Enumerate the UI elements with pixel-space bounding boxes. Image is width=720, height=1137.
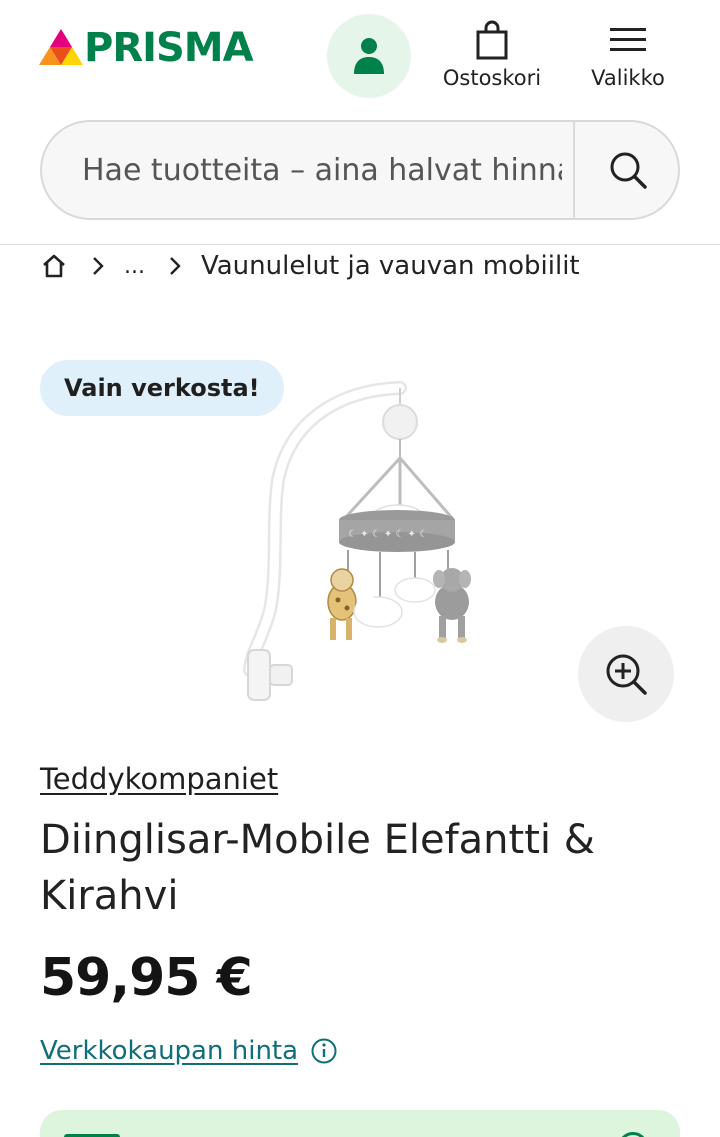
site-header: PRISMA Ostoskori Valikko bbox=[0, 0, 720, 245]
prisma-logo[interactable]: PRISMA bbox=[38, 25, 254, 71]
zoom-in-icon bbox=[606, 654, 647, 695]
product-image[interactable]: ☾ ✦ ☾ ✦ ☾ ✦ ☾ bbox=[230, 380, 490, 710]
search-icon bbox=[610, 152, 647, 189]
svg-text:☾ ✦ ☾ ✦ ☾ ✦ ☾: ☾ ✦ ☾ ✦ ☾ ✦ ☾ bbox=[348, 529, 428, 540]
product-title: Diinglisar-Mobile Elefantti & Kirahvi bbox=[40, 817, 595, 919]
breadcrumb: ... Vaunulelut ja vauvan mobiilit bbox=[40, 248, 580, 284]
info-icon[interactable] bbox=[310, 1037, 338, 1065]
cart-button[interactable]: Ostoskori bbox=[436, 18, 548, 98]
menu-label: Valikko bbox=[591, 66, 665, 90]
shopping-bag-icon bbox=[476, 20, 508, 60]
cart-label: Ostoskori bbox=[442, 66, 542, 90]
account-button[interactable] bbox=[327, 14, 411, 98]
search-button[interactable] bbox=[575, 122, 678, 218]
hamburger-menu-icon bbox=[610, 28, 646, 51]
product-gallery: Vain verkosta! ☾ ✦ ☾ ✦ ☾ ✦ ☾ bbox=[0, 340, 720, 730]
logo-text: PRISMA bbox=[84, 25, 254, 71]
search-bar bbox=[40, 120, 680, 220]
search-input[interactable] bbox=[82, 122, 562, 218]
product-price: 59,95 € bbox=[40, 948, 253, 1008]
menu-button[interactable]: Valikko bbox=[580, 18, 676, 98]
brand-link[interactable]: Teddykompaniet bbox=[40, 762, 278, 796]
home-icon bbox=[43, 254, 65, 278]
breadcrumb-home[interactable] bbox=[40, 252, 68, 280]
availability-panel bbox=[40, 1110, 680, 1137]
breadcrumb-ellipsis[interactable]: ... bbox=[124, 254, 145, 279]
zoom-button[interactable] bbox=[578, 626, 674, 722]
chevron-right-icon bbox=[90, 255, 106, 277]
chevron-right-icon bbox=[167, 255, 183, 277]
user-icon bbox=[354, 38, 384, 74]
prisma-logo-mark bbox=[39, 29, 83, 65]
breadcrumb-current[interactable]: Vaunulelut ja vauvan mobiilit bbox=[201, 251, 580, 281]
price-note: Verkkokaupan hinta bbox=[40, 1036, 338, 1066]
check-circle-icon bbox=[618, 1132, 648, 1137]
online-price-link[interactable]: Verkkokaupan hinta bbox=[40, 1036, 298, 1066]
